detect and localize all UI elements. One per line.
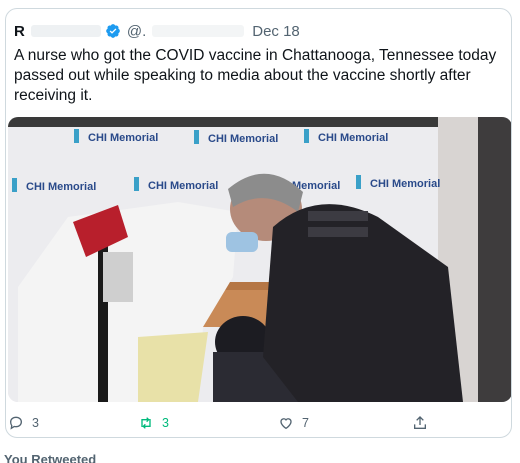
backdrop-logo-text: CHI Memorial <box>370 178 440 190</box>
backdrop-logo-text: CHI Memorial <box>88 132 158 144</box>
tweet-header: R @. Dec 18 <box>14 21 300 41</box>
retweet-icon <box>141 417 151 429</box>
verified-badge-icon <box>106 24 120 38</box>
author-handle[interactable]: @. <box>127 23 146 40</box>
reply-button[interactable]: 3 <box>8 413 39 433</box>
like-count: 7 <box>302 416 309 430</box>
backdrop-logo-text: CHI Memorial <box>148 180 218 192</box>
share-button[interactable] <box>412 413 436 433</box>
video-frame: CHI Memorial CHI Memorial CHI Memorial C… <box>8 117 511 402</box>
reply-count: 3 <box>32 416 39 430</box>
heart-icon <box>280 418 292 430</box>
you-retweeted-label: You Retweeted <box>4 452 97 463</box>
tweet-text: A nurse who got the COVID vaccine in Cha… <box>14 47 497 104</box>
backdrop-logo-text: CHI Memorial <box>318 132 388 144</box>
backdrop-logo-text: CHI Memorial <box>26 181 96 193</box>
tweet-actions: 3 3 7 <box>6 413 511 435</box>
retweet-button[interactable]: 3 <box>138 413 169 433</box>
backdrop-logo-text: CHI Memorial <box>208 133 278 145</box>
author-handle-obscured <box>152 25 245 37</box>
like-button[interactable]: 7 <box>278 413 309 433</box>
author-name[interactable]: R <box>14 23 25 40</box>
author-name-obscured <box>30 25 101 37</box>
tweet-media-video[interactable]: CHI Memorial CHI Memorial CHI Memorial C… <box>8 117 511 402</box>
share-icon <box>414 416 426 429</box>
reply-icon <box>9 416 23 430</box>
retweet-count: 3 <box>162 416 169 430</box>
tweet-date[interactable]: Dec 18 <box>252 23 300 40</box>
tweet-card[interactable]: R @. Dec 18 A nurse who got the COVID va… <box>5 8 512 438</box>
